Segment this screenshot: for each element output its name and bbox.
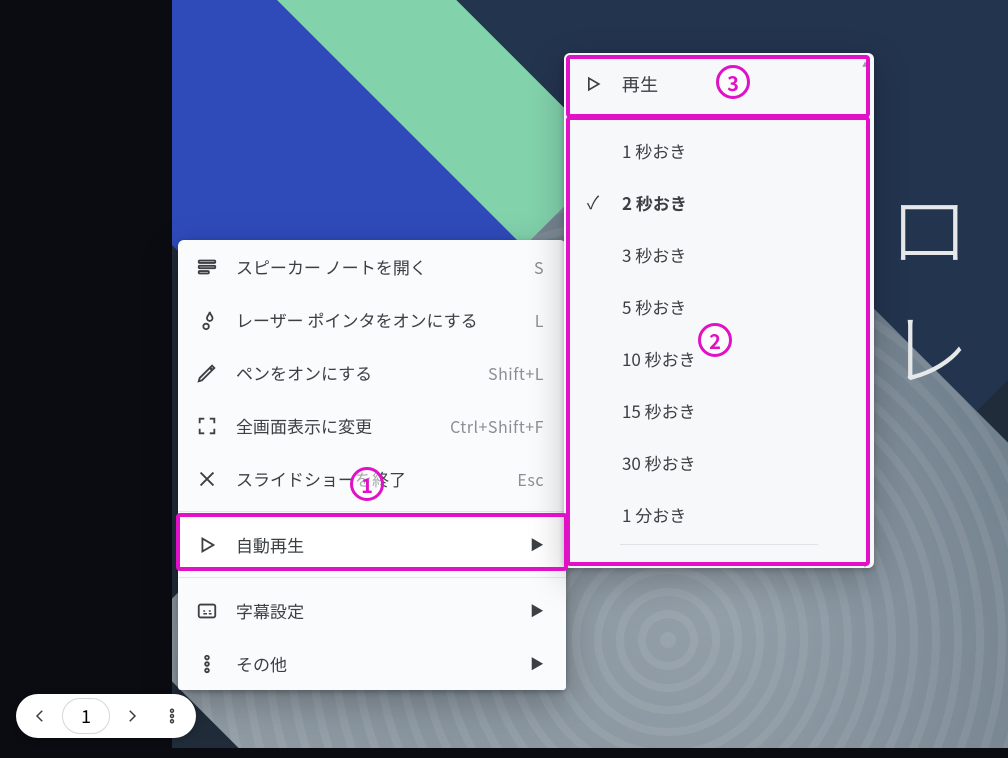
submenu-item-every-1m[interactable]: 1 分おき bbox=[564, 488, 874, 540]
presenter-options-menu: スピーカー ノートを開く S レーザー ポインタをオンにする L ペンをオンにす… bbox=[178, 240, 566, 690]
menu-item-pen[interactable]: ペンをオンにする Shift+L bbox=[178, 346, 566, 399]
menu-item-other[interactable]: その他 ▶ bbox=[178, 637, 566, 690]
submenu-item-every-3s[interactable]: 3 秒おき bbox=[564, 228, 874, 280]
submenu-item-every-5s[interactable]: 5 秒おき bbox=[564, 280, 874, 332]
menu-item-speaker-notes[interactable]: スピーカー ノートを開く S bbox=[178, 240, 566, 293]
autoplay-submenu-scroll[interactable]: 再生 1 秒おき ✓ 2 秒おき 3 秒おき 5 秒おき 10 秒おき bbox=[564, 53, 874, 568]
next-slide-button[interactable] bbox=[112, 696, 152, 736]
slide-number-value: 1 bbox=[81, 703, 91, 729]
slide-number-button[interactable]: 1 bbox=[62, 698, 110, 734]
play-icon bbox=[178, 534, 236, 556]
menu-item-shortcut: Ctrl+Shift+F bbox=[450, 414, 566, 438]
menu-item-autoplay[interactable]: 自動再生 ▶ bbox=[178, 518, 566, 571]
menu-item-label: 字幕設定 bbox=[236, 598, 530, 623]
menu-separator bbox=[178, 511, 566, 512]
submenu-item-play[interactable]: 再生 bbox=[564, 53, 874, 115]
close-icon bbox=[178, 468, 236, 490]
submenu-item-label: 30 秒おき bbox=[622, 450, 874, 475]
pen-icon bbox=[178, 362, 236, 384]
slide-nav: 1 bbox=[16, 694, 196, 738]
chevron-right-icon bbox=[123, 707, 141, 725]
chevron-right-icon: ▶ bbox=[530, 654, 566, 674]
submenu-item-every-30s[interactable]: 30 秒おき bbox=[564, 436, 874, 488]
submenu-item-label: 再生 bbox=[622, 71, 874, 97]
submenu-item-every-1s[interactable]: 1 秒おき bbox=[564, 124, 874, 176]
submenu-item-label: 5 秒おき bbox=[622, 294, 874, 319]
menu-item-shortcut: Shift+L bbox=[488, 361, 566, 385]
menu-item-label: その他 bbox=[236, 651, 530, 676]
menu-item-label: ペンをオンにする bbox=[236, 360, 488, 385]
menu-item-label: レーザー ポインタをオンにする bbox=[236, 307, 535, 332]
chevron-right-icon: ▶ bbox=[530, 535, 566, 555]
menu-item-label: スピーカー ノートを開く bbox=[236, 254, 534, 279]
captions-icon bbox=[178, 600, 236, 622]
chevron-left-icon bbox=[31, 707, 49, 725]
slideshow-stage: プロ プレ スピーカー ノートを開く S レーザー ポインタをオンにする L ペ… bbox=[0, 0, 1008, 758]
menu-item-fullscreen[interactable]: 全画面表示に変更 Ctrl+Shift+F bbox=[178, 399, 566, 452]
laser-pointer-icon bbox=[178, 309, 236, 331]
submenu-item-label: 2 秒おき bbox=[622, 190, 874, 215]
menu-item-shortcut: L bbox=[535, 308, 566, 332]
menu-separator bbox=[178, 577, 566, 578]
menu-item-laser-pointer[interactable]: レーザー ポインタをオンにする L bbox=[178, 293, 566, 346]
checkmark-icon: ✓ bbox=[564, 189, 622, 215]
submenu-item-every-2s[interactable]: ✓ 2 秒おき bbox=[564, 176, 874, 228]
speaker-notes-icon bbox=[178, 256, 236, 278]
submenu-item-label: 15 秒おき bbox=[622, 398, 874, 423]
more-vert-icon bbox=[163, 707, 181, 725]
submenu-separator bbox=[620, 119, 818, 120]
menu-item-exit-slideshow[interactable]: スライドショーを終了 Esc bbox=[178, 452, 566, 505]
submenu-item-label: 1 分おき bbox=[622, 502, 874, 527]
more-vert-icon bbox=[178, 653, 236, 675]
menu-item-shortcut: Esc bbox=[517, 467, 566, 491]
more-options-button[interactable] bbox=[152, 696, 192, 736]
submenu-separator bbox=[620, 544, 818, 545]
fullscreen-icon bbox=[178, 415, 236, 437]
chevron-right-icon: ▶ bbox=[530, 601, 566, 621]
menu-item-shortcut: S bbox=[534, 255, 566, 279]
submenu-item-label: 10 秒おき bbox=[622, 346, 874, 371]
menu-item-captions[interactable]: 字幕設定 ▶ bbox=[178, 584, 566, 637]
menu-item-label: 自動再生 bbox=[236, 532, 530, 557]
autoplay-submenu: 再生 1 秒おき ✓ 2 秒おき 3 秒おき 5 秒おき 10 秒おき bbox=[564, 53, 874, 568]
prev-slide-button[interactable] bbox=[20, 696, 60, 736]
play-icon bbox=[564, 74, 622, 94]
submenu-item-every-10s[interactable]: 10 秒おき bbox=[564, 332, 874, 384]
menu-item-label: スライドショーを終了 bbox=[236, 466, 517, 491]
submenu-item-label: 1 秒おき bbox=[622, 138, 874, 163]
submenu-item-label: 3 秒おき bbox=[622, 242, 874, 267]
menu-item-label: 全画面表示に変更 bbox=[236, 413, 450, 438]
submenu-item-every-15s[interactable]: 15 秒おき bbox=[564, 384, 874, 436]
